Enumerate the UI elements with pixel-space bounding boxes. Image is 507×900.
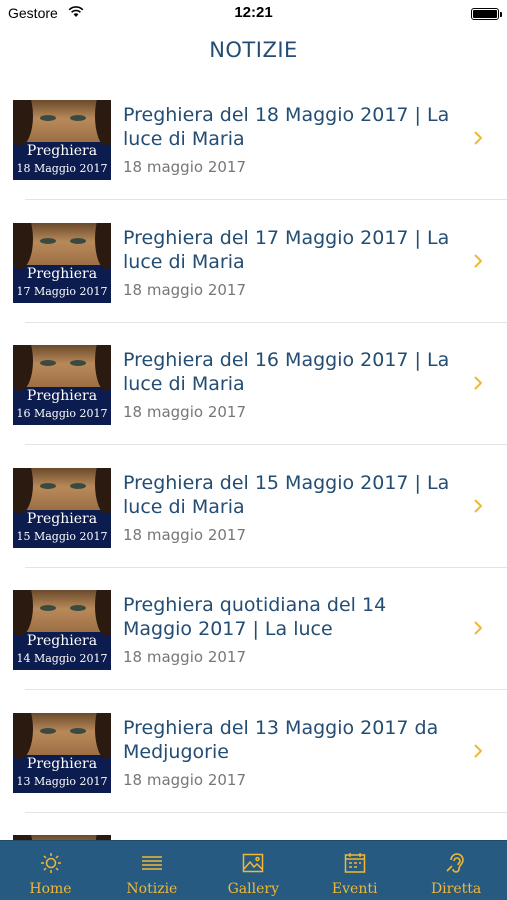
- article-title: Preghiera del 15 Maggio 2017 | La luce d…: [123, 471, 450, 518]
- clock: 12:21: [234, 4, 273, 21]
- page-title: NOTIZIE: [209, 38, 298, 62]
- article-date: 18 maggio 2017: [123, 525, 246, 544]
- thumbnail-date: 18 Maggio 2017: [16, 162, 108, 175]
- article-thumbnail: Preghiera 14 Maggio 2017: [13, 590, 111, 670]
- chevron-right-icon: [474, 253, 483, 272]
- article-date: 18 maggio 2017: [123, 280, 246, 299]
- article-title: Preghiera quotidiana del 14 Maggio 2017 …: [123, 594, 387, 640]
- tab-gallery[interactable]: Gallery: [203, 841, 304, 900]
- list-item[interactable]: Preghiera 15 Maggio 2017 Preghiera del 15 …: [0, 446, 507, 568]
- thumbnail-label: Preghiera: [26, 388, 98, 404]
- thumbnail-label: Preghiera: [26, 755, 98, 772]
- chevron-right-icon: [474, 620, 483, 639]
- article-title: Preghiera del 18 Maggio 2017 | La luce d…: [123, 104, 450, 150]
- tab-home[interactable]: Home: [0, 841, 101, 900]
- status-bar: Gestore 12:21: [0, 0, 507, 28]
- thumbnail-date: 17 Maggio 2017: [16, 284, 108, 298]
- article-thumbnail: Preghiera 17 Maggio 2017: [13, 222, 111, 303]
- thumbnail-date: 15 Maggio 2017: [16, 529, 108, 543]
- list-item-partial[interactable]: [0, 813, 507, 840]
- article-date: 18 maggio 2017: [123, 403, 246, 421]
- list-item[interactable]: Preghiera 17 Maggio 2017 Preghiera del 17 …: [0, 201, 507, 323]
- tab-label: Gallery: [227, 881, 279, 897]
- list-item[interactable]: Preghiera 16 Maggio 2017 Preghiera del 16 …: [0, 323, 507, 445]
- image-icon: [241, 851, 265, 875]
- thumbnail-label: Preghiera: [26, 633, 98, 649]
- chevron-right-icon: [474, 498, 483, 517]
- list-icon: [140, 851, 164, 875]
- article-date: 18 maggio 2017: [123, 648, 246, 666]
- list-item[interactable]: Preghiera 13 Maggio 2017 Preghiera del 13 …: [0, 691, 507, 813]
- chevron-right-icon: [474, 743, 483, 762]
- chevron-right-icon: [474, 375, 483, 394]
- news-list[interactable]: Preghiera 18 Maggio 2017 Preghiera del 18 …: [0, 78, 507, 840]
- article-title: Preghiera del 16 Maggio 2017 | La luce d…: [123, 349, 450, 395]
- thumbnail-label: Preghiera: [26, 510, 98, 527]
- article-date: 18 maggio 2017: [123, 770, 246, 789]
- tab-label: Eventi: [331, 881, 378, 897]
- article-thumbnail: Preghiera 15 Maggio 2017: [13, 467, 111, 548]
- chevron-right-icon: [474, 130, 483, 149]
- battery-icon: [471, 8, 502, 20]
- tab-eventi[interactable]: Eventi: [304, 841, 405, 900]
- article-date: 18 maggio 2017: [123, 158, 246, 176]
- tab-label: Home: [29, 881, 72, 897]
- thumbnail-date: 14 Maggio 2017: [16, 652, 108, 665]
- thumbnail-label: Preghiera: [26, 265, 98, 282]
- thumbnail-label: Preghiera: [26, 143, 98, 159]
- tab-bar: Home Notizie Gallery Eventi Diretta: [0, 840, 507, 900]
- article-thumbnail: Preghiera 13 Maggio 2017: [13, 712, 111, 793]
- tab-label: Notizie: [126, 881, 178, 897]
- thumbnail-date: 13 Maggio 2017: [16, 774, 108, 788]
- article-thumbnail: Preghiera 16 Maggio 2017: [13, 345, 111, 425]
- ear-icon: [444, 851, 468, 875]
- calendar-icon: [343, 851, 367, 875]
- tab-label: Diretta: [430, 881, 482, 897]
- list-item[interactable]: Preghiera 14 Maggio 2017 Preghiera quotidi…: [0, 568, 507, 690]
- article-title: Preghiera del 17 Maggio 2017 | La luce d…: [123, 226, 450, 273]
- tab-notizie[interactable]: Notizie: [101, 841, 202, 900]
- tab-diretta[interactable]: Diretta: [406, 841, 507, 900]
- list-item[interactable]: Preghiera 18 Maggio 2017 Preghiera del 18 …: [0, 78, 507, 200]
- article-thumbnail: Preghiera 18 Maggio 2017: [13, 100, 111, 180]
- article-title: Preghiera del 13 Maggio 2017 da Medjugor…: [123, 716, 439, 763]
- sun-icon: [39, 851, 63, 875]
- thumbnail-date: 16 Maggio 2017: [16, 407, 108, 420]
